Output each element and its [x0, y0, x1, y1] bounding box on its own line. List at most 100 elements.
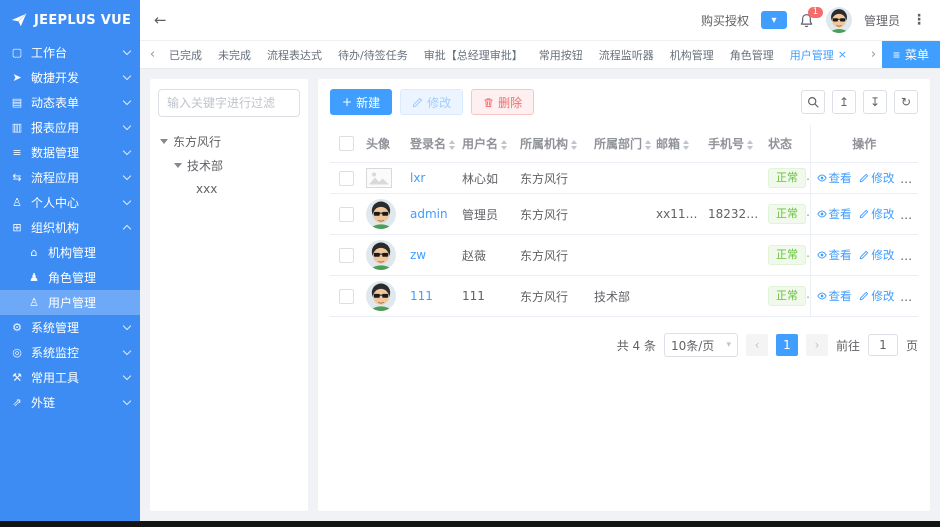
sort-caret-icon[interactable]: [449, 140, 455, 150]
sidebar-item-personal-center[interactable]: ♙ 个人中心: [0, 190, 140, 215]
tab-uncompleted[interactable]: 未完成: [210, 47, 259, 63]
sidebar-item-process-app[interactable]: ⇆ 流程应用: [0, 165, 140, 190]
buy-license-link[interactable]: 购买授权: [701, 12, 749, 29]
edit-link[interactable]: 修改: [859, 247, 894, 263]
current-page-button[interactable]: 1: [776, 334, 798, 356]
edit-link[interactable]: 修改: [859, 206, 894, 222]
phone-cell: [704, 163, 764, 194]
sidebar-item-data-management[interactable]: ≡ 数据管理: [0, 140, 140, 165]
license-dropdown-button[interactable]: ▾: [761, 11, 787, 29]
column-header-label: 状态: [768, 137, 792, 151]
status-badge: 正常: [768, 245, 806, 265]
sort-caret-icon[interactable]: [571, 140, 577, 150]
sidebar-item-label: 系统监控: [31, 344, 117, 361]
notification-bell-icon[interactable]: 1: [799, 13, 814, 28]
column-header-avatar: 头像: [362, 125, 406, 163]
column-header-phone[interactable]: 手机号: [704, 125, 764, 163]
tabs-scroll-left-button[interactable]: ‹: [144, 47, 161, 62]
login-name-link[interactable]: 111: [410, 289, 433, 303]
view-link[interactable]: 查看: [817, 170, 852, 186]
tab-gm-approval[interactable]: 审批【总经理审批】: [416, 47, 531, 63]
sidebar-item-agile-dev[interactable]: ➤ 敏捷开发: [0, 65, 140, 90]
tab-todo-tasks[interactable]: 待办/待签任务: [330, 47, 416, 63]
tab-common-buttons[interactable]: 常用按钮: [531, 47, 591, 63]
more-menu-icon[interactable]: ⋮: [912, 12, 926, 28]
view-link[interactable]: 查看: [817, 288, 852, 304]
tab-completed[interactable]: 已完成: [161, 47, 210, 63]
tab-user-management[interactable]: 用户管理 ×: [782, 47, 855, 63]
tabs-scroll-right-button[interactable]: ›: [865, 47, 882, 62]
org-chart-icon: ⊞: [10, 221, 24, 234]
search-toggle-button[interactable]: [801, 90, 825, 114]
delete-link[interactable]: 删除: [902, 206, 918, 222]
view-link[interactable]: 查看: [817, 247, 852, 263]
column-header-username[interactable]: 用户名: [458, 125, 516, 163]
column-header-department[interactable]: 所属部门: [590, 125, 652, 163]
sidebar-item-organization[interactable]: ⊞ 组织机构: [0, 215, 140, 240]
column-header-email[interactable]: 邮箱: [652, 125, 704, 163]
sidebar-item-common-tools[interactable]: ⚒ 常用工具: [0, 365, 140, 390]
sidebar-item-external-link[interactable]: ⇗ 外链: [0, 390, 140, 415]
app-logo[interactable]: JEEPLUS VUE: [0, 0, 140, 40]
sidebar-subitem-role-management[interactable]: ♟ 角色管理: [0, 265, 140, 290]
sort-caret-icon[interactable]: [645, 140, 651, 150]
view-link[interactable]: 查看: [817, 206, 852, 222]
sidebar-item-report-app[interactable]: ▥ 报表应用: [0, 115, 140, 140]
column-header-label: 邮箱: [656, 137, 680, 151]
sort-caret-icon[interactable]: [501, 140, 507, 150]
tree-filter-input[interactable]: [158, 89, 300, 117]
column-header-login[interactable]: 登录名: [406, 125, 458, 163]
tree-caret-icon[interactable]: [160, 139, 168, 144]
new-button[interactable]: + 新建: [330, 89, 392, 115]
login-name-link[interactable]: lxr: [410, 171, 425, 185]
tree-node-dept[interactable]: 技术部: [158, 153, 300, 177]
edit-link[interactable]: 修改: [859, 170, 894, 186]
delete-button[interactable]: 删除: [471, 89, 534, 115]
login-name-link[interactable]: zw: [410, 248, 426, 262]
edit-button[interactable]: 修改: [400, 89, 463, 115]
edit-link[interactable]: 修改: [859, 288, 894, 304]
table-row: admin 管理员 东方风行 xx11@... 1823209... 正常 查看…: [330, 194, 918, 235]
row-checkbox[interactable]: [339, 289, 354, 304]
sidebar-item-dynamic-form[interactable]: ▤ 动态表单: [0, 90, 140, 115]
sidebar-item-workbench[interactable]: ▢ 工作台: [0, 40, 140, 65]
select-all-checkbox[interactable]: [339, 136, 354, 151]
login-name-link[interactable]: admin: [410, 207, 448, 221]
delete-link[interactable]: 删除: [902, 288, 918, 304]
sidebar-subitem-user-management[interactable]: ♙ 用户管理: [0, 290, 140, 315]
sidebar-item-system-management[interactable]: ⚙ 系统管理: [0, 315, 140, 340]
tabs-menu-button[interactable]: ≡ 菜单: [882, 41, 940, 68]
tree-node-root[interactable]: 东方风行: [158, 129, 300, 153]
row-checkbox[interactable]: [339, 207, 354, 222]
row-checkbox[interactable]: [339, 171, 354, 186]
tree-caret-icon[interactable]: [174, 163, 182, 168]
prev-page-button[interactable]: ‹: [746, 334, 768, 356]
import-button[interactable]: ↥: [832, 90, 856, 114]
tab-process-expression[interactable]: 流程表达式: [259, 47, 330, 63]
delete-link[interactable]: 删除: [902, 247, 918, 263]
organization-cell: 东方风行: [516, 194, 590, 235]
username-cell: 林心如: [458, 163, 516, 194]
tab-close-icon[interactable]: ×: [838, 48, 847, 61]
column-header-organization[interactable]: 所属机构: [516, 125, 590, 163]
tree-node-leaf[interactable]: xxx: [158, 177, 300, 201]
tab-process-listener[interactable]: 流程监听器: [591, 47, 662, 63]
delete-link[interactable]: 删除: [902, 170, 918, 186]
pencil-icon: [412, 97, 423, 108]
row-checkbox[interactable]: [339, 248, 354, 263]
tab-org-management[interactable]: 机构管理: [662, 47, 722, 63]
page-size-select[interactable]: 10条/页 ▾: [664, 333, 738, 357]
goto-page-input[interactable]: [868, 334, 898, 356]
sort-caret-icon[interactable]: [747, 140, 753, 150]
sidebar-subitem-org-management[interactable]: ⌂ 机构管理: [0, 240, 140, 265]
next-page-button[interactable]: ›: [806, 334, 828, 356]
refresh-button[interactable]: ↻: [894, 90, 918, 114]
trash-icon: [483, 97, 494, 108]
sidebar-item-system-monitor[interactable]: ◎ 系统监控: [0, 340, 140, 365]
sort-caret-icon[interactable]: [683, 140, 689, 150]
export-button[interactable]: ↧: [863, 90, 887, 114]
delete-button-label: 删除: [498, 94, 522, 111]
user-avatar[interactable]: [826, 7, 852, 33]
tab-role-management[interactable]: 角色管理: [722, 47, 782, 63]
collapse-sidebar-icon[interactable]: ←: [154, 11, 167, 29]
